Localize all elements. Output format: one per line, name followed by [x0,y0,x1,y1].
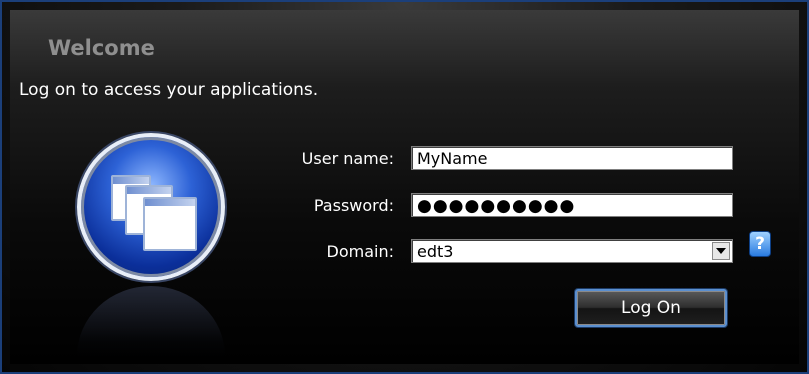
username-label: User name: [301,149,394,168]
page-title: Welcome [48,36,155,60]
help-icon[interactable]: ? [749,231,771,257]
applications-logo-icon [77,133,225,281]
chevron-down-icon[interactable] [712,242,730,260]
logon-button[interactable]: Log On [575,289,727,327]
domain-select[interactable]: edt3 [411,239,733,263]
page-subtitle: Log on to access your applications. [19,80,319,100]
domain-value: edt3 [417,242,454,261]
domain-label: Domain: [326,242,394,261]
password-label: Password: [313,196,394,215]
password-field[interactable]: ●●●●●●●●●● [411,193,733,217]
username-field[interactable]: MyName [411,146,733,170]
